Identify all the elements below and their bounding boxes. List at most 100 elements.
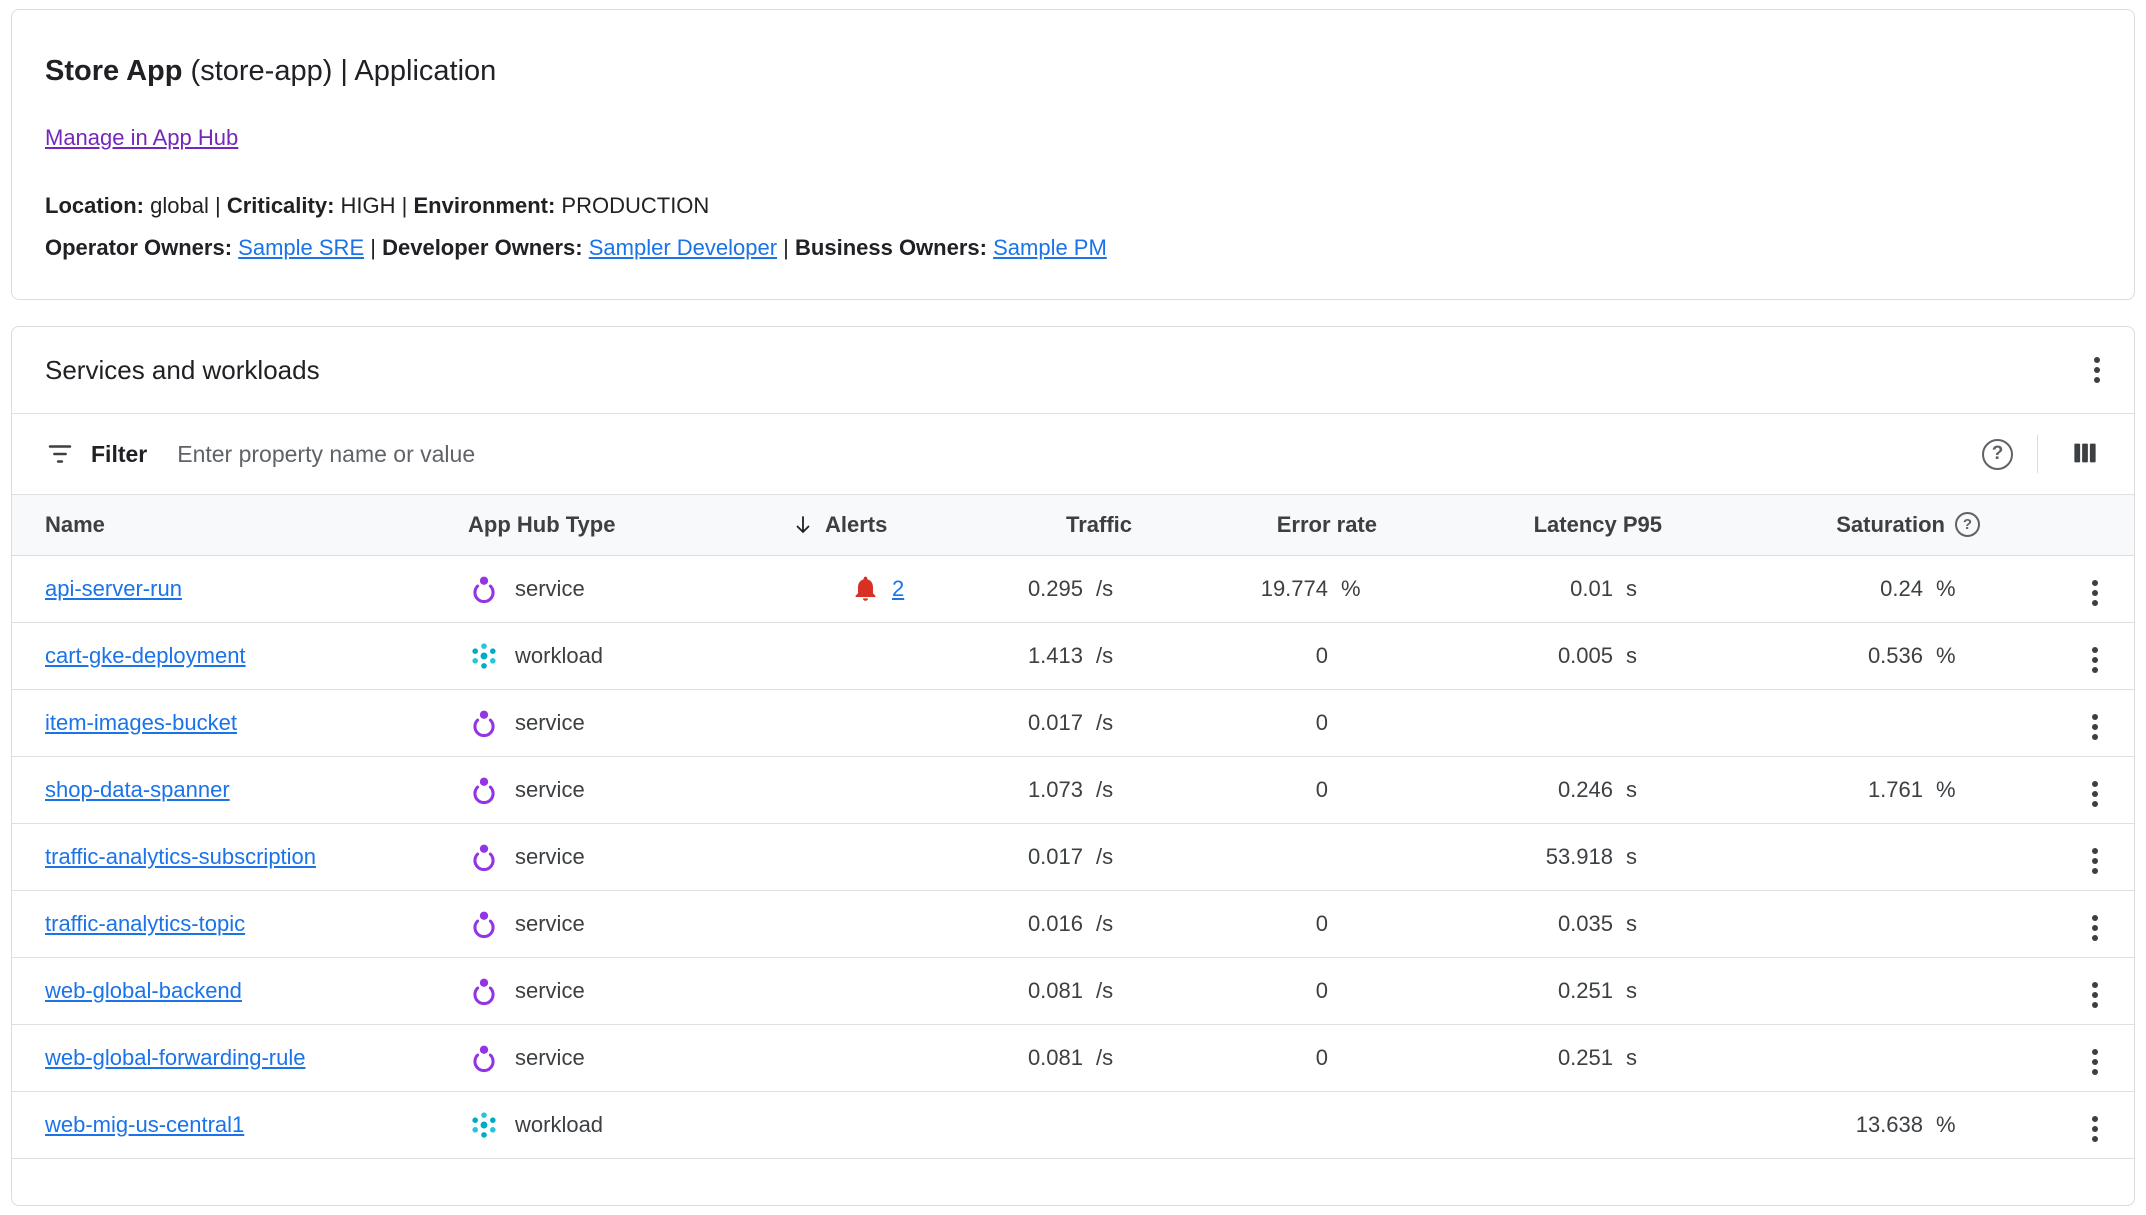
column-header-error-rate[interactable]: Error rate	[1277, 512, 1377, 538]
error-value: 0	[1316, 777, 1328, 803]
service-icon	[468, 573, 500, 605]
row-menu-button[interactable]	[2086, 1110, 2104, 1148]
row-name-link[interactable]: item-images-bucket	[45, 710, 237, 735]
more-vert-icon	[2092, 982, 2098, 1008]
location-label: Location:	[45, 193, 144, 218]
row-menu-button[interactable]	[2086, 641, 2104, 679]
row-name-link[interactable]: web-global-backend	[45, 978, 242, 1003]
services-panel: Services and workloads Filter ?	[11, 326, 2135, 1206]
saturation-value: 13.638	[1856, 1112, 1923, 1138]
row-name-link[interactable]: cart-gke-deployment	[45, 643, 246, 668]
table-footer-spacer	[12, 1159, 2134, 1205]
workload-icon	[468, 1109, 500, 1141]
row-name-link[interactable]: traffic-analytics-topic	[45, 911, 245, 936]
error-value: 0	[1316, 643, 1328, 669]
column-display-options-button[interactable]	[2062, 430, 2108, 479]
services-panel-header: Services and workloads	[12, 327, 2134, 413]
latency-value: 0.251	[1558, 978, 1613, 1004]
row-menu-button[interactable]	[2086, 574, 2104, 612]
operator-owner-link[interactable]: Sample SRE	[238, 235, 364, 260]
type-label: service	[515, 844, 585, 870]
error-value: 0	[1316, 911, 1328, 937]
service-icon	[468, 975, 500, 1007]
table-row: traffic-analytics-subscription	[12, 823, 2134, 890]
table-row: traffic-analytics-topic	[12, 890, 2134, 957]
traffic-value: 0.081	[1028, 1045, 1083, 1071]
row-name-link[interactable]: web-mig-us-central1	[45, 1112, 244, 1137]
panel-menu-button[interactable]	[2086, 349, 2108, 391]
app-overview-card: Store App (store-app) | Application Mana…	[11, 9, 2135, 300]
saturation-unit: %	[1936, 576, 1972, 602]
table-row: web-mig-us-central1	[12, 1091, 2134, 1158]
developer-owners-label: Developer Owners:	[382, 235, 583, 260]
app-metadata-line1: Location: global | Criticality: HIGH | E…	[45, 185, 2101, 227]
row-menu-button[interactable]	[2086, 976, 2104, 1014]
manage-in-app-hub-link[interactable]: Manage in App Hub	[45, 125, 238, 151]
filter-icon	[45, 439, 75, 469]
more-vert-icon	[2092, 1116, 2098, 1142]
developer-owner-link[interactable]: Sampler Developer	[589, 235, 777, 260]
row-name-link[interactable]: web-global-forwarding-rule	[45, 1045, 305, 1070]
filter-label[interactable]: Filter	[91, 441, 147, 468]
alert-count-link[interactable]: 2	[892, 576, 904, 602]
traffic-unit: /s	[1096, 576, 1132, 602]
error-value: 0	[1316, 1045, 1328, 1071]
row-menu-button[interactable]	[2086, 775, 2104, 813]
type-label: service	[515, 978, 585, 1004]
help-icon[interactable]: ?	[1982, 439, 2013, 470]
row-name-link[interactable]: api-server-run	[45, 576, 182, 601]
table-row: api-server-run	[12, 555, 2134, 622]
traffic-value: 0.016	[1028, 911, 1083, 937]
traffic-value: 1.413	[1028, 643, 1083, 669]
row-menu-button[interactable]	[2086, 842, 2104, 880]
filter-input[interactable]	[177, 441, 1982, 468]
type-label: service	[515, 911, 585, 937]
latency-value: 0.005	[1558, 643, 1613, 669]
sort-descending-icon[interactable]	[791, 513, 815, 537]
latency-unit: s	[1626, 576, 1662, 602]
service-icon	[468, 908, 500, 940]
latency-unit: s	[1626, 911, 1662, 937]
row-name-link[interactable]: traffic-analytics-subscription	[45, 844, 316, 869]
more-vert-icon	[2094, 357, 2100, 383]
divider	[2037, 435, 2038, 473]
traffic-value: 0.017	[1028, 710, 1083, 736]
row-name-link[interactable]: shop-data-spanner	[45, 777, 230, 802]
saturation-help-icon[interactable]: ?	[1955, 512, 1980, 537]
workload-icon	[468, 640, 500, 672]
row-menu-button[interactable]	[2086, 708, 2104, 746]
alert-cell-content: 2	[757, 574, 972, 603]
type-label: workload	[515, 643, 603, 669]
column-header-traffic[interactable]: Traffic	[1066, 512, 1132, 538]
column-header-alerts[interactable]: Alerts	[825, 512, 887, 538]
traffic-value: 1.073	[1028, 777, 1083, 803]
type-label: service	[515, 1045, 585, 1071]
more-vert-icon	[2092, 1049, 2098, 1075]
traffic-value: 0.081	[1028, 978, 1083, 1004]
error-value: 0	[1316, 978, 1328, 1004]
column-header-latency[interactable]: Latency P95	[1534, 512, 1662, 538]
table-row: web-global-backend	[12, 957, 2134, 1024]
table-row: cart-gke-deployment	[12, 622, 2134, 689]
latency-unit: s	[1626, 777, 1662, 803]
page: Store App (store-app) | Application Mana…	[0, 0, 2146, 1215]
column-header-type[interactable]: App Hub Type	[468, 512, 615, 537]
traffic-value: 0.295	[1028, 576, 1083, 602]
row-menu-button[interactable]	[2086, 1043, 2104, 1081]
latency-value: 0.035	[1558, 911, 1613, 937]
more-vert-icon	[2092, 848, 2098, 874]
column-header-saturation[interactable]: Saturation	[1836, 512, 1945, 538]
more-vert-icon	[2092, 647, 2098, 673]
business-owners-label: Business Owners:	[795, 235, 987, 260]
criticality-value: HIGH	[341, 193, 396, 218]
row-menu-button[interactable]	[2086, 909, 2104, 947]
column-header-name[interactable]: Name	[45, 512, 105, 537]
app-metadata-line2: Operator Owners: Sample SRE | Developer …	[45, 227, 2101, 269]
saturation-value: 0.24	[1880, 576, 1923, 602]
type-label: workload	[515, 1112, 603, 1138]
latency-unit: s	[1626, 978, 1662, 1004]
latency-unit: s	[1626, 844, 1662, 870]
separator: |	[783, 235, 789, 260]
business-owner-link[interactable]: Sample PM	[993, 235, 1107, 260]
operator-owners-label: Operator Owners:	[45, 235, 232, 260]
